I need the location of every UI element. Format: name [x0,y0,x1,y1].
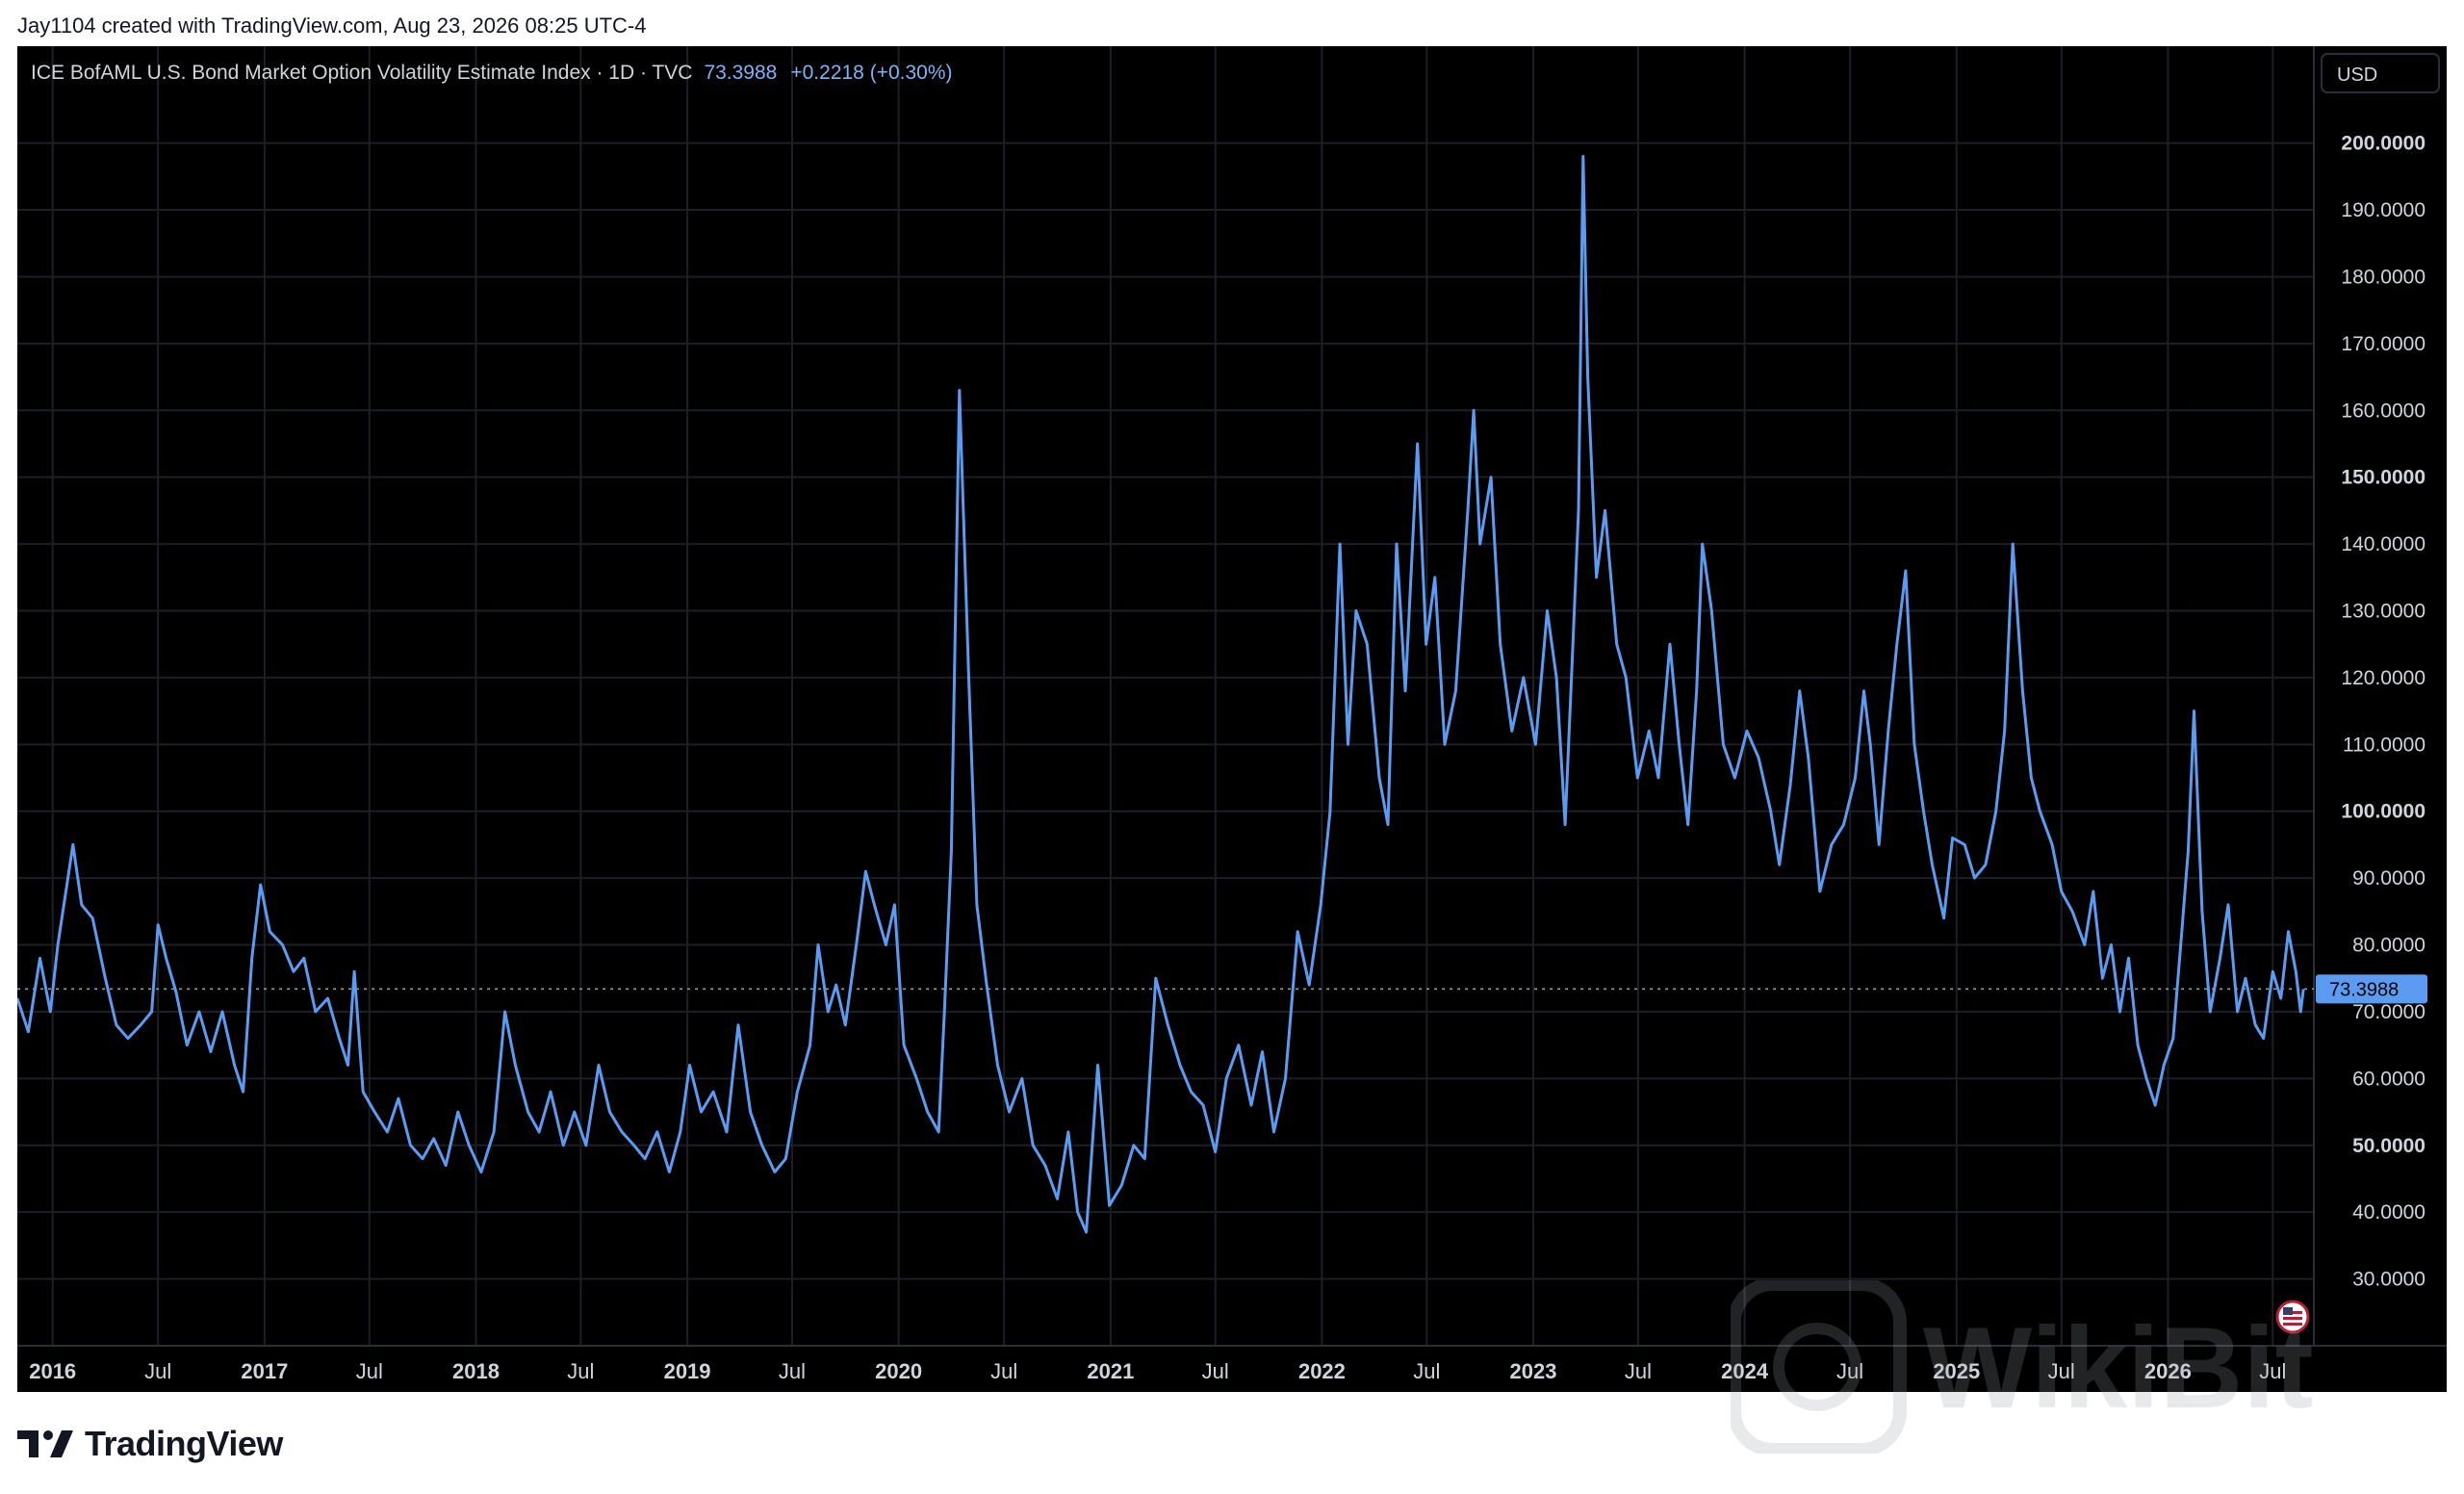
time-axis-tick-label: Jul [1202,1359,1229,1383]
chart-panel[interactable]: 30.0000 40.0000 50.0000 60.0000 70.0000 80.00… [17,46,2447,1392]
price-axis-tick-label: 80.0000 [2352,935,2426,957]
tradingview-logo[interactable]: TradingView [17,1421,283,1467]
price-axis-tick-label: 140.0000 [2341,533,2426,555]
price-axis-tick-label: 130.0000 [2341,601,2426,623]
time-axis-tick-label: Jul [779,1359,806,1383]
time-axis-tick-label: Jul [1413,1359,1440,1383]
price-axis-tick-label: 200.0000 [2341,133,2426,155]
price-axis-tick-label: 40.0000 [2352,1201,2426,1224]
time-axis-tick-label: 2018 [452,1359,500,1383]
time-axis-tick-label: Jul [1836,1359,1863,1383]
price-axis-tick-label: 190.0000 [2341,199,2426,221]
time-axis-tick-label: 2019 [664,1359,711,1383]
price-axis-tick-label: 120.0000 [2341,667,2426,689]
price-axis-tick-label: 60.0000 [2352,1068,2426,1090]
legend-symbol: ICE BofAML U.S. Bond Market Option Volat… [31,62,692,84]
time-axis-tick-label: Jul [1625,1359,1652,1383]
price-chart[interactable]: 30.0000 40.0000 50.0000 60.0000 70.0000 80.00… [17,46,2447,1392]
time-axis-tick-label: 2023 [1510,1359,1557,1383]
price-axis-tick-label: 70.0000 [2352,1001,2426,1023]
time-axis-tick-label: Jul [2259,1359,2286,1383]
last-price-tag-label: 73.3988 [2329,979,2399,1000]
flag-icon[interactable] [2275,1300,2310,1334]
currency-button-label: USD [2337,64,2377,86]
time-axis-tick-label: 2024 [1721,1359,1769,1383]
time-axis-tick-label: 2020 [875,1359,922,1383]
time-axis-tick-label: 2017 [241,1359,288,1383]
tradingview-logo-icon [17,1430,73,1457]
time-axis-tick-label: 2025 [1933,1359,1980,1383]
time-axis-tick-label: Jul [144,1359,171,1383]
price-axis-tick-label: 160.0000 [2341,399,2426,422]
price-axis-tick-label: 90.0000 [2352,867,2426,889]
time-axis-tick-label: Jul [567,1359,594,1383]
price-axis-tick-label: 100.0000 [2341,801,2426,823]
price-axis-tick-label: 50.0000 [2352,1135,2426,1157]
price-axis-tick-label: 170.0000 [2341,333,2426,355]
time-axis-tick-label: Jul [2048,1359,2075,1383]
price-axis-tick-label: 150.0000 [2341,467,2426,489]
time-axis-tick-label: 2021 [1087,1359,1134,1383]
time-axis-tick-label: 2022 [1298,1359,1346,1383]
time-axis-tick-label: Jul [356,1359,383,1383]
chart-attribution-caption: Jay1104 created with TradingView.com, Au… [17,13,647,38]
tradingview-logo-text: TradingView [85,1424,283,1463]
legend-last-value: 73.3988 [704,62,777,84]
price-axis-tick-label: 110.0000 [2343,734,2426,756]
time-axis-tick-label: Jul [990,1359,1017,1383]
currency-button[interactable]: USD [2321,53,2440,93]
last-price-tag: 73.3988 [2316,974,2427,1004]
legend-change: +0.2218 (+0.30%) [790,62,952,84]
time-axis-tick-label: 2026 [2144,1359,2192,1383]
price-axis-tick-label: 30.0000 [2352,1269,2426,1291]
time-axis-tick-label: 2016 [29,1359,76,1383]
price-axis-tick-label: 180.0000 [2341,266,2426,288]
